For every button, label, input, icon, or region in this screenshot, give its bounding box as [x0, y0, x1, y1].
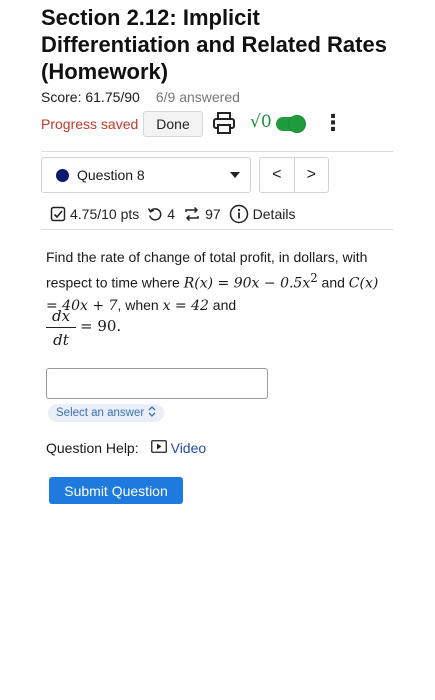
points-text: 4.75/10 pts — [70, 206, 140, 222]
score-row: Score: 61.75/90 6/9 answered — [41, 89, 240, 105]
attempts-icon — [147, 206, 163, 222]
done-button[interactable]: Done — [143, 111, 203, 137]
caret-down-icon — [230, 172, 240, 178]
video-icon — [150, 440, 167, 456]
progress-saved-text: Progress saved — [41, 116, 139, 132]
select-answer-dropdown[interactable]: Select an answer — [48, 404, 165, 422]
submit-question-button[interactable]: Submit Question — [49, 477, 183, 504]
more-options-icon[interactable]: ⋮ — [322, 111, 344, 135]
question-nav-group: < > — [259, 157, 329, 193]
rate-fraction: dx dt — [46, 307, 76, 349]
details-link[interactable]: Details — [253, 206, 296, 222]
divider — [41, 229, 393, 230]
question-select-label: Question 8 — [77, 167, 145, 183]
score-text: Score: 61.75/90 — [41, 89, 140, 105]
video-link[interactable]: Video — [150, 440, 207, 456]
answered-count: 6/9 answered — [155, 89, 240, 105]
revenue-function: R(x) = 90x − 0.5x — [183, 275, 311, 292]
answer-input[interactable] — [46, 368, 268, 399]
toggle-knob — [288, 115, 306, 133]
video-link-label: Video — [170, 440, 207, 456]
attempts-count: 4 — [167, 206, 176, 222]
assignment-title: Section 2.12: Implicit Differentiation a… — [41, 5, 387, 84]
fraction-numerator: dx — [51, 307, 71, 325]
next-question-button[interactable]: > — [293, 158, 329, 192]
x-value: x = 42 — [162, 297, 209, 314]
print-icon[interactable] — [212, 110, 236, 136]
question-help-label: Question Help: — [46, 440, 139, 456]
question-text-part: and — [208, 296, 237, 313]
question-help: Question Help: Video — [46, 440, 206, 456]
points-icon — [50, 206, 66, 222]
question-status-dot — [56, 168, 69, 182]
info-icon[interactable] — [229, 204, 249, 224]
revenue-exponent: 2 — [310, 271, 318, 285]
updown-chevron-icon — [148, 406, 156, 420]
fraction-bar — [46, 327, 76, 328]
submissions-icon — [183, 206, 201, 222]
submissions-count: 97 — [205, 206, 221, 222]
question-select[interactable]: Question 8 — [41, 157, 251, 193]
math-preview-toggle[interactable] — [276, 115, 306, 133]
select-answer-label: Select an answer — [56, 407, 145, 419]
math-preview-icon: √0 — [250, 112, 272, 132]
question-stats: 4.75/10 pts 4 97 Details — [50, 204, 295, 224]
question-text-part: , when — [117, 296, 163, 313]
progress-row: Progress saved Done — [41, 110, 203, 138]
divider — [41, 151, 393, 152]
rate-value: = 90. — [80, 317, 122, 335]
question-text: Find the rate of change of total profit,… — [46, 247, 386, 317]
question-text-part: and — [317, 274, 349, 291]
fraction-denominator: dt — [53, 331, 69, 349]
previous-question-button[interactable]: < — [260, 158, 294, 192]
